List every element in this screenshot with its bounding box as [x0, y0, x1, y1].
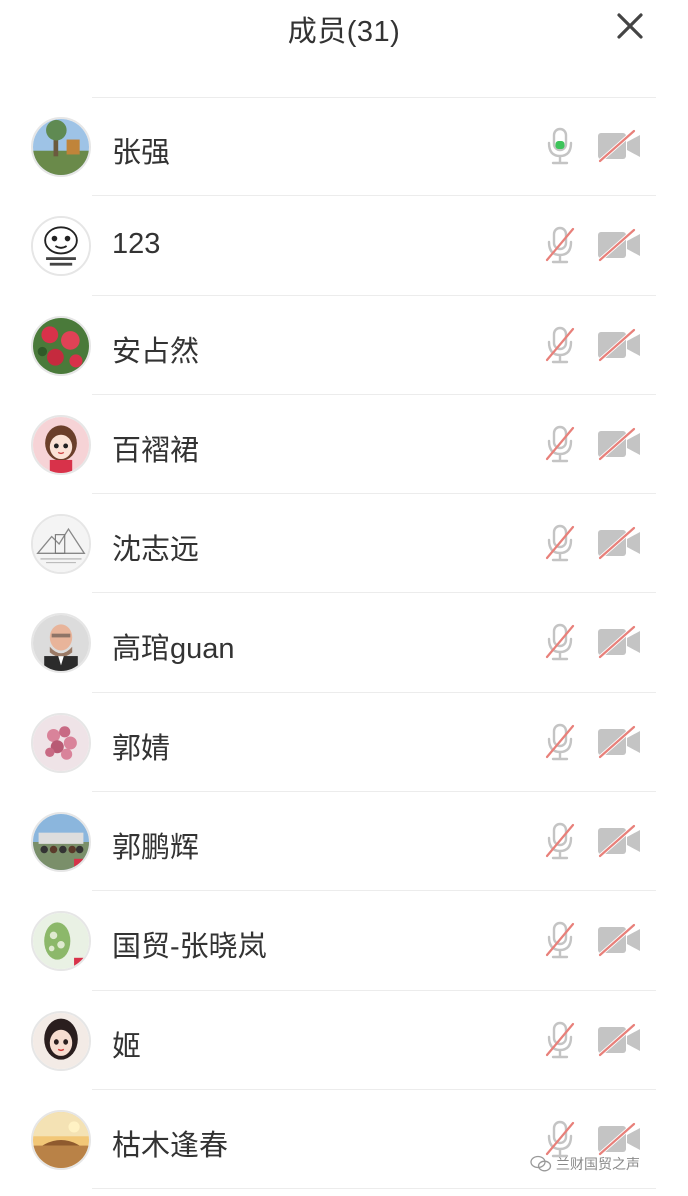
- camera-off-icon[interactable]: [596, 923, 642, 957]
- member-name: 国贸-张晓岚: [112, 931, 267, 964]
- avatar[interactable]: [31, 911, 91, 972]
- member-row[interactable]: 123: [0, 196, 688, 296]
- member-row[interactable]: 高琯guan: [0, 593, 688, 693]
- avatar[interactable]: [31, 514, 91, 575]
- avatar[interactable]: [31, 1109, 91, 1170]
- member-name: 枯木逢春: [112, 1129, 229, 1162]
- mic-muted-icon[interactable]: [542, 1119, 578, 1159]
- close-icon[interactable]: [612, 8, 648, 44]
- mic-muted-icon[interactable]: [542, 920, 578, 960]
- member-name: 姬: [112, 1030, 142, 1063]
- member-name: 张强: [112, 137, 171, 169]
- camera-off-icon[interactable]: [596, 725, 642, 759]
- camera-off-icon[interactable]: [596, 1023, 642, 1057]
- member-name: 郭婧: [112, 732, 171, 765]
- member-name: 沈志远: [112, 534, 200, 567]
- member-row[interactable]: 郭鹏辉: [0, 792, 688, 892]
- watermark-text: 兰财国贸之声: [556, 1156, 640, 1172]
- member-name: 安占然: [112, 335, 200, 368]
- avatar[interactable]: [31, 414, 91, 475]
- camera-off-icon[interactable]: [596, 228, 642, 262]
- mic-muted-icon[interactable]: [542, 325, 578, 365]
- avatar[interactable]: [31, 812, 91, 873]
- member-name: 高琯guan: [112, 633, 235, 666]
- camera-off-icon[interactable]: [596, 625, 642, 659]
- camera-off-icon[interactable]: [596, 824, 642, 858]
- avatar[interactable]: [31, 216, 91, 277]
- watermark: 兰财国贸之声: [530, 1154, 640, 1174]
- member-list: 张强 123 安占然百褶裙沈志远高琯guan 郭婧郭鹏辉国贸-张晓岚姬枯木逢春: [0, 97, 688, 1190]
- avatar[interactable]: [31, 1010, 91, 1071]
- camera-off-icon[interactable]: [596, 427, 642, 461]
- wechat-icon: [530, 1155, 552, 1172]
- member-row[interactable]: 姬: [0, 991, 688, 1090]
- camera-off-icon[interactable]: [596, 526, 642, 560]
- member-row[interactable]: 郭婧: [0, 693, 688, 793]
- member-row[interactable]: 张强: [0, 97, 688, 197]
- member-name: 郭鹏辉: [112, 832, 200, 865]
- avatar[interactable]: [31, 613, 91, 674]
- avatar[interactable]: [31, 117, 91, 177]
- mic-muted-icon[interactable]: [542, 523, 578, 563]
- camera-off-icon[interactable]: [596, 1122, 642, 1156]
- mic-muted-icon[interactable]: [542, 622, 578, 662]
- mic-muted-icon[interactable]: [542, 225, 578, 265]
- avatar[interactable]: [31, 315, 91, 376]
- avatar[interactable]: [31, 712, 91, 773]
- member-row[interactable]: 安占然: [0, 296, 688, 395]
- header: 成员(31): [0, 0, 688, 52]
- member-row[interactable]: 枯木逢春: [0, 1090, 688, 1190]
- member-row[interactable]: 百褶裙: [0, 395, 688, 495]
- camera-off-icon[interactable]: [596, 129, 642, 163]
- mic-muted-icon[interactable]: [542, 1020, 578, 1060]
- camera-off-icon[interactable]: [596, 328, 642, 362]
- mic-muted-icon[interactable]: [542, 424, 578, 464]
- page-title: 成员(31): [287, 16, 401, 48]
- row-divider: [92, 1188, 656, 1190]
- mic-muted-icon[interactable]: [542, 722, 578, 762]
- member-row[interactable]: 沈志远: [0, 494, 688, 594]
- member-name: 123: [112, 228, 161, 261]
- member-row[interactable]: 国贸-张晓岚: [0, 891, 688, 991]
- member-name: 百褶裙: [112, 434, 200, 467]
- mic-icon[interactable]: [542, 126, 578, 166]
- mic-muted-icon[interactable]: [542, 821, 578, 861]
